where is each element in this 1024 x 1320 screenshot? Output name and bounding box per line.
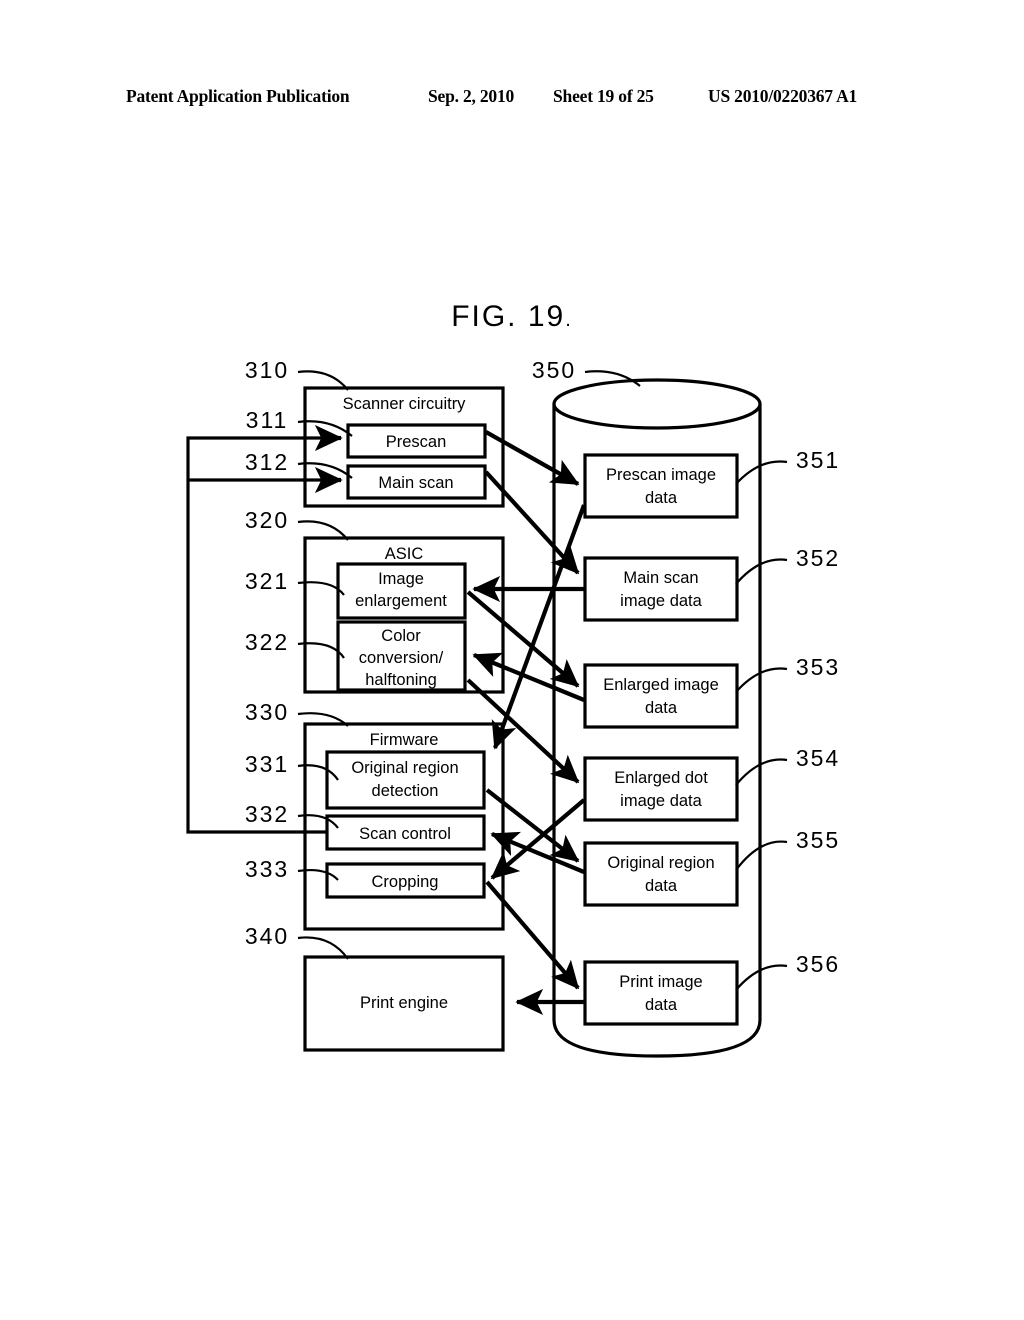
ref-332: 332 — [245, 801, 289, 827]
ref-350: 350 — [532, 357, 576, 383]
original-region-detection-label-line2: detection — [372, 782, 439, 800]
asic-block: ASIC Image enlargement Color conversion/… — [303, 536, 505, 694]
scanner-circuitry-block: Scanner circuitry Prescan Main scan — [303, 386, 505, 508]
main-scan-image-data-line1: Main scan — [623, 569, 698, 587]
main-scan-image-data-box[interactable] — [583, 556, 739, 622]
main-scan-label: Main scan — [378, 474, 453, 492]
asic-title: ASIC — [385, 545, 424, 563]
ref-321: 321 — [245, 568, 289, 594]
ref-331: 331 — [245, 751, 289, 777]
ref-351: 351 — [796, 447, 840, 473]
original-region-data-line1: Original region — [607, 854, 714, 872]
ref-330: 330 — [245, 699, 289, 725]
enlarged-image-data-box[interactable] — [583, 663, 739, 729]
ref-356: 356 — [796, 951, 840, 977]
ref-312: 312 — [245, 449, 289, 475]
print-image-data-box[interactable] — [583, 960, 739, 1026]
print-engine-label: Print engine — [360, 994, 448, 1012]
cropping-label: Cropping — [372, 873, 439, 891]
ref-355: 355 — [796, 827, 840, 853]
enlarged-dot-image-data-line2: image data — [620, 792, 702, 810]
firmware-block: Firmware Original region detection Scan … — [303, 722, 505, 931]
image-enlargement-label-line2: enlargement — [355, 592, 447, 610]
ref-353: 353 — [796, 654, 840, 680]
ref-311: 311 — [246, 407, 289, 433]
color-conversion-label-line2: conversion/ — [359, 649, 444, 667]
original-region-data-line2: data — [645, 877, 678, 895]
prescan-image-data-box[interactable] — [583, 453, 739, 519]
print-engine-block[interactable]: Print engine — [303, 955, 505, 1052]
original-region-data-box[interactable] — [583, 841, 739, 907]
ref-322: 322 — [245, 629, 289, 655]
ref-354: 354 — [796, 745, 840, 771]
color-conversion-label-line3: halftoning — [365, 671, 437, 689]
ref-320: 320 — [245, 507, 289, 533]
color-conversion-label-line1: Color — [381, 627, 421, 645]
prescan-image-data-line1: Prescan image — [606, 466, 716, 484]
enlarged-dot-image-data-box[interactable] — [583, 756, 739, 822]
scan-control-label: Scan control — [359, 825, 451, 843]
figure-19-diagram: Scanner circuitry Prescan Main scan ASIC… — [186, 357, 840, 1058]
prescan-image-data-line2: data — [645, 489, 678, 507]
original-region-detection-label-line1: Original region — [351, 759, 458, 777]
enlarged-image-data-line2: data — [645, 699, 678, 717]
image-enlargement-label-line1: Image — [378, 570, 424, 588]
enlarged-image-data-line1: Enlarged image — [603, 676, 719, 694]
scanner-circuitry-title: Scanner circuitry — [343, 395, 467, 413]
ref-333: 333 — [245, 856, 289, 882]
print-image-data-line1: Print image — [619, 973, 702, 991]
ref-352: 352 — [796, 545, 840, 571]
enlarged-dot-image-data-line1: Enlarged dot — [614, 769, 708, 787]
firmware-title: Firmware — [370, 731, 439, 749]
ref-340: 340 — [245, 923, 289, 949]
patent-figure-page: Patent Application Publication Sep. 2, 2… — [0, 0, 1024, 1320]
prescan-label: Prescan — [386, 433, 447, 451]
ref-310: 310 — [245, 357, 289, 383]
main-scan-image-data-line2: image data — [620, 592, 702, 610]
print-image-data-line2: data — [645, 996, 678, 1014]
